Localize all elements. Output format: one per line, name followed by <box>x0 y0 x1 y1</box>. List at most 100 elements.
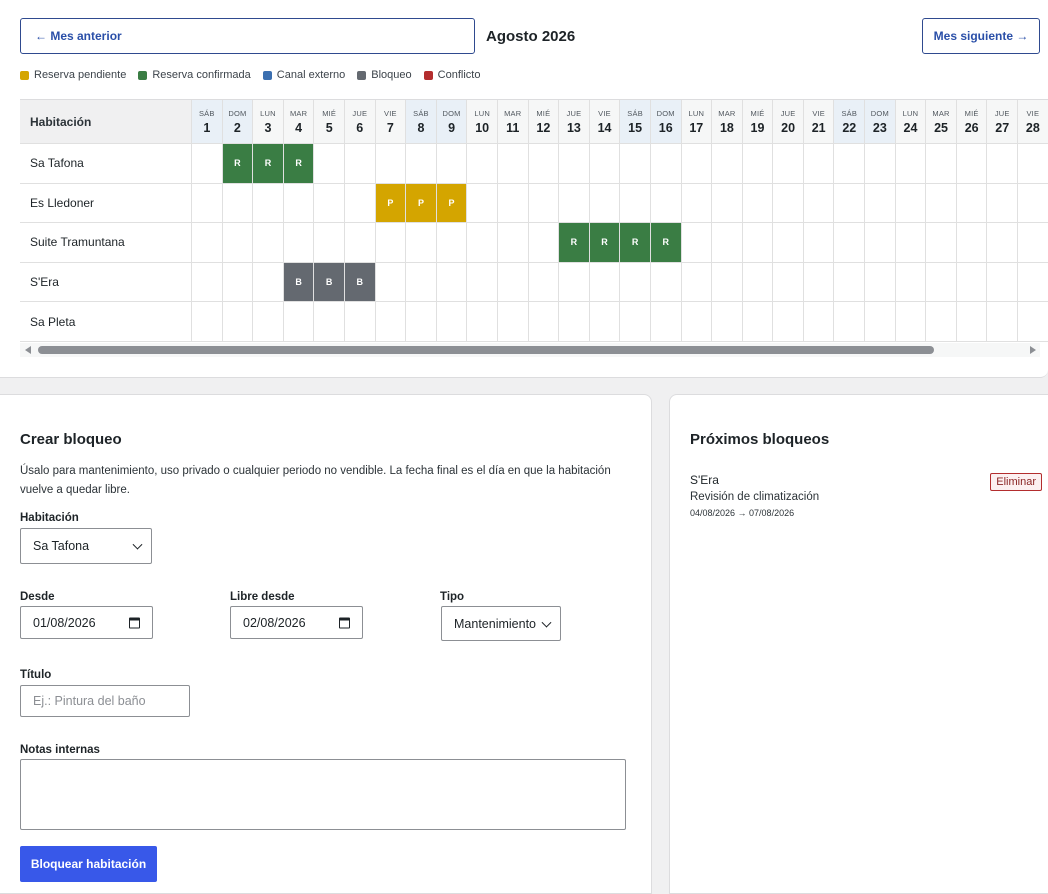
day-cell[interactable]: R <box>283 144 315 184</box>
day-cell[interactable] <box>681 302 713 342</box>
room-select[interactable]: Sa Tafona <box>20 528 152 564</box>
day-cell[interactable] <box>375 262 407 303</box>
day-cell[interactable] <box>834 183 866 224</box>
day-cell[interactable] <box>712 223 743 263</box>
day-cell[interactable] <box>1018 302 1048 342</box>
day-cell[interactable] <box>956 302 988 342</box>
day-cell[interactable] <box>467 183 498 224</box>
booking-mark[interactable]: P <box>375 183 406 223</box>
day-cell[interactable]: B <box>314 262 345 303</box>
day-cell[interactable] <box>283 183 315 224</box>
day-cell[interactable] <box>742 223 774 263</box>
day-cell[interactable] <box>436 262 468 303</box>
day-cell[interactable] <box>987 223 1019 263</box>
day-cell[interactable] <box>589 183 621 224</box>
calendar-icon[interactable] <box>339 617 350 628</box>
day-cell[interactable] <box>956 183 988 224</box>
day-cell[interactable] <box>314 302 345 342</box>
day-cell[interactable]: B <box>283 262 315 303</box>
day-cell[interactable] <box>559 144 590 184</box>
day-cell[interactable] <box>742 302 774 342</box>
day-cell[interactable] <box>467 262 498 303</box>
day-cell[interactable] <box>467 223 498 263</box>
day-cell[interactable] <box>956 144 988 184</box>
day-cell[interactable] <box>834 144 866 184</box>
day-cell[interactable] <box>650 302 682 342</box>
day-cell[interactable]: P <box>406 183 437 224</box>
day-cell[interactable] <box>344 302 376 342</box>
day-cell[interactable] <box>773 183 804 224</box>
day-cell[interactable] <box>1018 223 1048 263</box>
day-cell[interactable] <box>467 302 498 342</box>
next-month-button[interactable]: Mes siguiente → <box>922 18 1040 54</box>
day-cell[interactable] <box>742 262 774 303</box>
day-cell[interactable] <box>681 223 713 263</box>
day-cell[interactable] <box>222 302 254 342</box>
day-cell[interactable] <box>650 144 682 184</box>
day-cell[interactable]: P <box>375 183 407 224</box>
day-cell[interactable] <box>222 223 254 263</box>
day-cell[interactable] <box>773 223 804 263</box>
day-cell[interactable] <box>192 262 223 303</box>
day-cell[interactable] <box>589 262 621 303</box>
day-cell[interactable] <box>865 262 896 303</box>
day-cell[interactable] <box>253 223 284 263</box>
day-cell[interactable] <box>497 262 529 303</box>
day-cell[interactable] <box>222 262 254 303</box>
day-cell[interactable] <box>926 262 957 303</box>
day-cell[interactable] <box>681 262 713 303</box>
day-cell[interactable] <box>436 144 468 184</box>
day-cell[interactable] <box>956 223 988 263</box>
day-cell[interactable]: B <box>344 262 376 303</box>
booking-mark[interactable]: R <box>283 144 314 183</box>
day-cell[interactable] <box>528 183 560 224</box>
day-cell[interactable] <box>865 302 896 342</box>
day-cell[interactable] <box>773 302 804 342</box>
booking-mark[interactable]: R <box>650 223 681 262</box>
day-cell[interactable] <box>467 144 498 184</box>
day-cell[interactable] <box>712 302 743 342</box>
booking-mark[interactable]: R <box>620 223 650 262</box>
day-cell[interactable] <box>497 223 529 263</box>
scrollbar-thumb[interactable] <box>38 346 934 354</box>
day-cell[interactable] <box>803 262 835 303</box>
day-cell[interactable] <box>283 302 315 342</box>
day-cell[interactable]: R <box>589 223 621 263</box>
day-cell[interactable] <box>620 183 651 224</box>
day-cell[interactable] <box>773 262 804 303</box>
day-cell[interactable] <box>803 302 835 342</box>
day-cell[interactable] <box>865 144 896 184</box>
day-cell[interactable] <box>650 262 682 303</box>
day-cell[interactable] <box>253 183 284 224</box>
scroll-right-arrow-icon[interactable] <box>1030 346 1036 354</box>
day-cell[interactable] <box>926 223 957 263</box>
day-cell[interactable] <box>834 262 866 303</box>
day-cell[interactable] <box>650 183 682 224</box>
day-cell[interactable] <box>987 302 1019 342</box>
day-cell[interactable] <box>559 262 590 303</box>
prev-month-button[interactable]: ← Mes anterior <box>20 18 475 54</box>
day-cell[interactable] <box>681 144 713 184</box>
day-cell[interactable] <box>681 183 713 224</box>
day-cell[interactable]: R <box>253 144 284 184</box>
day-cell[interactable] <box>803 223 835 263</box>
day-cell[interactable] <box>314 144 345 184</box>
day-cell[interactable] <box>436 302 468 342</box>
from-date-input[interactable]: 01/08/2026 <box>20 606 153 639</box>
day-cell[interactable] <box>314 183 345 224</box>
booking-mark[interactable]: B <box>344 262 375 302</box>
day-cell[interactable] <box>436 223 468 263</box>
day-cell[interactable]: P <box>436 183 468 224</box>
day-cell[interactable]: R <box>620 223 651 263</box>
calendar-icon[interactable] <box>129 617 140 628</box>
day-cell[interactable] <box>1018 183 1048 224</box>
day-cell[interactable] <box>406 144 437 184</box>
day-cell[interactable] <box>956 262 988 303</box>
day-cell[interactable] <box>926 183 957 224</box>
day-cell[interactable] <box>712 183 743 224</box>
day-cell[interactable] <box>895 144 927 184</box>
booking-mark[interactable]: P <box>436 183 467 223</box>
day-cell[interactable]: R <box>650 223 682 263</box>
day-cell[interactable] <box>589 144 621 184</box>
day-cell[interactable] <box>987 183 1019 224</box>
